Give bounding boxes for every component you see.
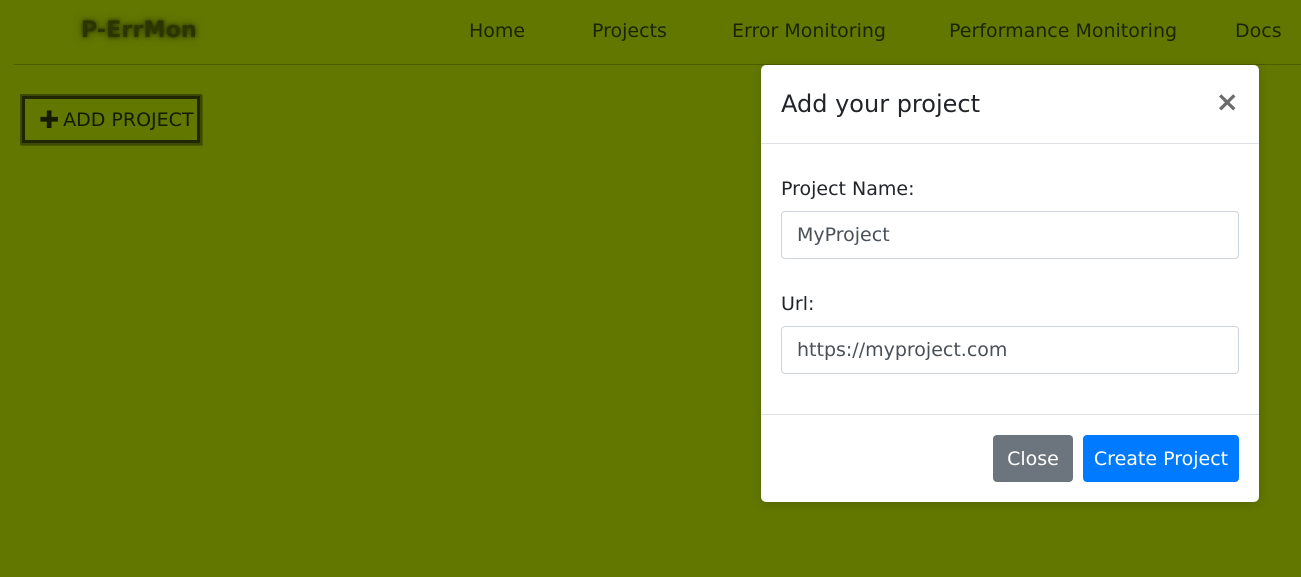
modal-footer: Close Create Project <box>761 414 1259 502</box>
close-button[interactable]: Close <box>993 435 1073 482</box>
nav-link-performance-monitoring[interactable]: Performance Monitoring <box>949 17 1177 45</box>
project-name-label: Project Name: <box>781 178 915 200</box>
brand-logo[interactable]: P-ErrMon <box>81 14 197 48</box>
plus-icon: ✚ <box>39 105 60 134</box>
add-project-modal: Add your project × Project Name: Url: Cl… <box>761 65 1259 502</box>
add-project-button[interactable]: ✚ ADD PROJECT <box>20 94 202 145</box>
add-project-label: ADD PROJECT <box>63 108 194 131</box>
nav-link-home[interactable]: Home <box>469 17 525 45</box>
url-label: Url: <box>781 293 815 315</box>
url-input[interactable] <box>781 326 1239 374</box>
navbar: P-ErrMon Home Projects Error Monitoring … <box>0 0 1301 64</box>
project-name-input[interactable] <box>781 211 1239 259</box>
nav-link-error-monitoring[interactable]: Error Monitoring <box>732 17 886 45</box>
modal-title: Add your project <box>781 90 980 118</box>
nav-link-docs[interactable]: Docs <box>1235 17 1282 45</box>
modal-header: Add your project × <box>761 65 1259 144</box>
close-icon[interactable]: × <box>1216 87 1239 117</box>
nav-link-projects[interactable]: Projects <box>592 17 667 45</box>
create-project-button[interactable]: Create Project <box>1083 435 1239 482</box>
